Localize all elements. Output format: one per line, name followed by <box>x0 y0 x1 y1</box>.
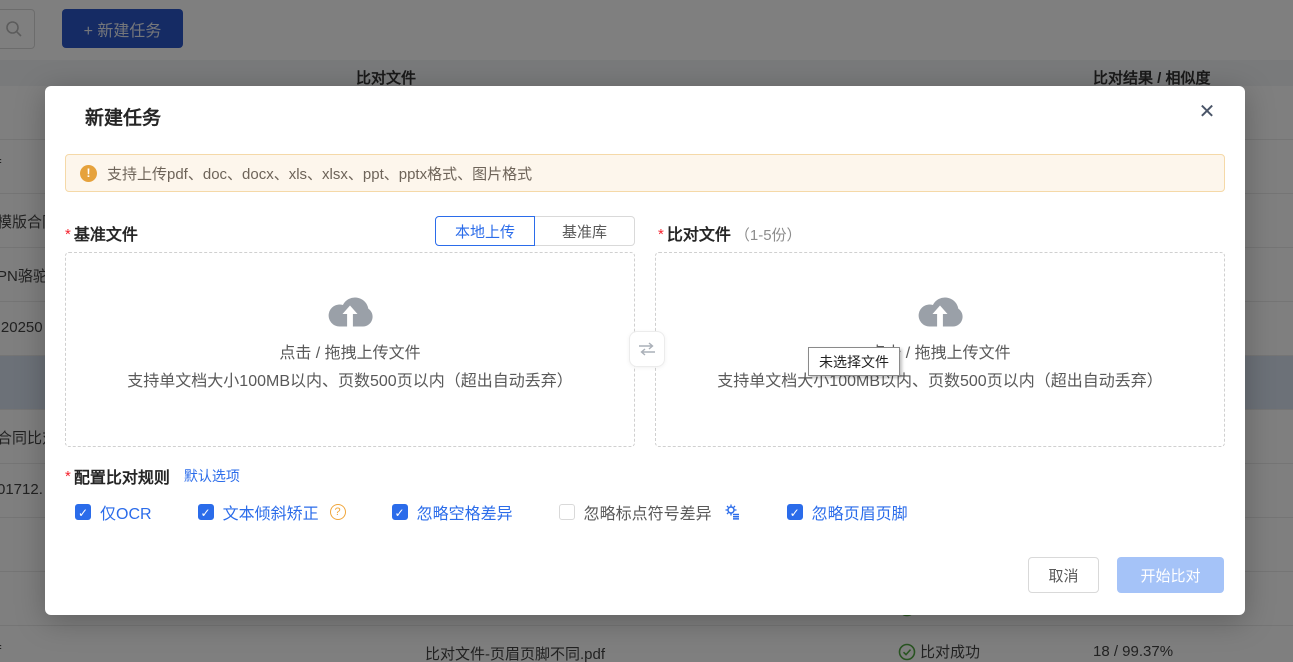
checkbox-checked-icon[interactable]: ✓ <box>787 504 803 520</box>
rules-label: 配置比对规则 <box>74 464 170 488</box>
compare-file-label: 比对文件 <box>667 227 731 244</box>
checkbox-ignore-header-footer[interactable]: ✓ 忽略页眉页脚 <box>787 500 908 524</box>
option-label: 仅OCR <box>100 500 152 524</box>
cancel-button[interactable]: 取消 <box>1028 557 1099 593</box>
compare-file-section-label: *比对文件（1-5份） <box>658 221 802 245</box>
required-mark: * <box>65 226 71 243</box>
warning-icon: ! <box>80 165 97 182</box>
format-alert-banner: ! 支持上传pdf、doc、docx、xls、xlsx、ppt、pptx格式、图… <box>65 154 1225 192</box>
checkbox-unchecked-icon[interactable] <box>559 504 575 520</box>
base-file-source-tabs: 本地上传 基准库 <box>435 216 635 246</box>
option-label: 忽略标点符号差异 <box>584 500 712 524</box>
option-label: 忽略空格差异 <box>417 500 513 524</box>
no-file-selected-tooltip: 未选择文件 <box>808 347 900 376</box>
default-options-link[interactable]: 默认选项 <box>184 466 240 486</box>
close-icon[interactable]: ✕ <box>1193 98 1221 126</box>
new-task-modal: 新建任务 ✕ ! 支持上传pdf、doc、docx、xls、xlsx、ppt、p… <box>45 86 1245 615</box>
modal-title: 新建任务 <box>85 103 161 130</box>
checkbox-ocr-only[interactable]: ✓ 仅OCR <box>75 500 152 524</box>
required-mark: * <box>65 468 71 485</box>
compare-file-dropzone[interactable]: 点击 / 拖拽上传文件 支持单文档大小100MB以内、页数500页以内（超出自动… <box>655 252 1225 447</box>
dropzone-hint-line2: 支持单文档大小100MB以内、页数500页以内（超出自动丢弃） <box>717 367 1162 391</box>
tab-base-library[interactable]: 基准库 <box>535 216 635 246</box>
alert-text: 支持上传pdf、doc、docx、xls、xlsx、ppt、pptx格式、图片格… <box>107 163 532 184</box>
option-label: 忽略页眉页脚 <box>812 500 908 524</box>
base-file-section-label: *基准文件 <box>65 221 138 245</box>
checkbox-checked-icon[interactable]: ✓ <box>392 504 408 520</box>
base-file-dropzone[interactable]: 点击 / 拖拽上传文件 支持单文档大小100MB以内、页数500页以内（超出自动… <box>65 252 635 447</box>
dropzone-hint-line1: 点击 / 拖拽上传文件 <box>279 339 420 363</box>
required-mark: * <box>658 226 664 243</box>
swap-files-button[interactable] <box>629 331 665 367</box>
modal-footer: 取消 开始比对 <box>1028 557 1224 593</box>
dropzone-hint-line2: 支持单文档大小100MB以内、页数500页以内（超出自动丢弃） <box>127 367 572 391</box>
swap-arrows-icon <box>637 341 657 357</box>
option-label: 文本倾斜矫正 <box>223 500 319 524</box>
upload-cloud-icon <box>326 293 374 331</box>
gear-settings-icon[interactable] <box>723 503 741 521</box>
base-file-label: 基准文件 <box>74 227 138 244</box>
tab-local-upload[interactable]: 本地上传 <box>435 216 535 246</box>
checkbox-ignore-punctuation[interactable]: 忽略标点符号差异 <box>559 500 741 524</box>
checkbox-checked-icon[interactable]: ✓ <box>198 504 214 520</box>
checkbox-ignore-spaces[interactable]: ✓ 忽略空格差异 <box>392 500 513 524</box>
compare-file-hint: （1-5份） <box>735 227 802 244</box>
upload-cloud-icon <box>916 293 964 331</box>
start-compare-button[interactable]: 开始比对 <box>1117 557 1224 593</box>
question-help-icon[interactable]: ? <box>330 504 346 520</box>
rules-section: *配置比对规则 默认选项 <box>65 464 240 488</box>
checkbox-checked-icon[interactable]: ✓ <box>75 504 91 520</box>
checkbox-text-skew-correction[interactable]: ✓ 文本倾斜矫正 ? <box>198 500 346 524</box>
rule-options: ✓ 仅OCR ✓ 文本倾斜矫正 ? ✓ 忽略空格差异 忽略标点符号差异 ✓ <box>75 500 908 524</box>
